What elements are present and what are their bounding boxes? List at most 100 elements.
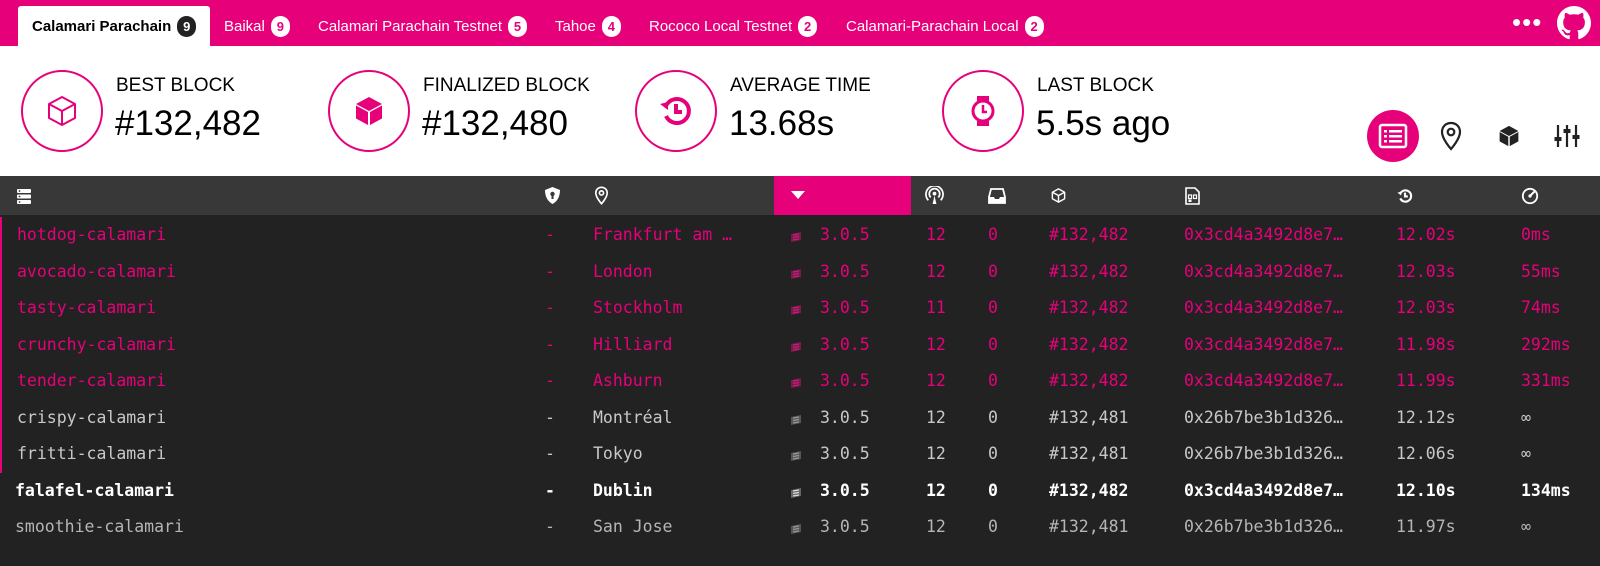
node-location: Dublin	[593, 480, 653, 500]
node-block-hash: 0x3cd4a3492d8e7…	[1184, 371, 1343, 390]
node-name: crispy-calamari	[17, 407, 167, 427]
block-view-button[interactable]	[1483, 110, 1535, 162]
node-location: Tokyo	[593, 444, 643, 463]
column-implementation[interactable]	[791, 176, 805, 215]
node-table-header	[0, 176, 1600, 215]
node-name: avocado-calamari	[17, 261, 176, 281]
node-block-number: #132,482	[1049, 225, 1129, 244]
node-peers: 12	[926, 407, 946, 427]
node-block-time: 12.10s	[1396, 480, 1456, 500]
tab-node-count: 9	[270, 15, 290, 37]
tab-baikal[interactable]: Baikal 9	[210, 6, 304, 46]
node-block-time: 12.12s	[1396, 407, 1456, 427]
node-location: San Jose	[593, 517, 673, 536]
node-block-hash: 0x26b7be3b1d326…	[1184, 517, 1343, 536]
node-propagation: 331ms	[1521, 371, 1571, 390]
tab-calamari-parachain-testnet[interactable]: Calamari Parachain Testnet 5	[304, 6, 541, 46]
stat-value: 5.5s ago	[1036, 104, 1171, 143]
table-row[interactable]: falafel-calamari - Dublin 3.0.5 12 0 #13…	[0, 473, 1600, 510]
column-peers[interactable]	[925, 176, 944, 215]
tab-label: Calamari Parachain	[32, 17, 172, 35]
column-propagation-time[interactable]	[1521, 176, 1539, 215]
node-block-number: #132,482	[1049, 334, 1129, 354]
column-node-name[interactable]	[15, 176, 33, 215]
node-name: crunchy-calamari	[17, 334, 176, 354]
settings-button[interactable]	[1541, 110, 1593, 162]
tab-rococo-local-testnet[interactable]: Rococo Local Testnet 2	[635, 6, 831, 46]
sort-arrow-down-icon	[791, 191, 805, 199]
node-propagation: 0ms	[1521, 225, 1551, 244]
table-row[interactable]: smoothie-calamari - San Jose 3.0.5 12 0 …	[0, 509, 1600, 546]
column-block-number[interactable]	[1050, 176, 1067, 215]
table-row[interactable]: tasty-calamari - Stockholm 3.0.5 11 0 #1…	[0, 290, 1600, 327]
stat-value: #132,482	[115, 104, 261, 143]
tab-label: Calamari-Parachain Local	[846, 17, 1019, 35]
github-icon[interactable]	[1557, 6, 1591, 40]
tab-calamari-parachain-local[interactable]: Calamari-Parachain Local 2	[832, 6, 1058, 46]
node-block-hash: 0x26b7be3b1d326…	[1184, 407, 1343, 427]
stat-label: FINALIZED BLOCK	[423, 75, 590, 96]
table-row[interactable]: avocado-calamari - London 3.0.5 12 0 #13…	[0, 253, 1600, 291]
node-block-number: #132,482	[1049, 371, 1129, 390]
tab-calamari-parachain[interactable]: Calamari Parachain 9	[18, 6, 211, 46]
node-peers: 12	[926, 225, 946, 244]
node-peers: 12	[926, 334, 946, 354]
tab-tahoe[interactable]: Tahoe 4	[541, 6, 635, 46]
map-view-button[interactable]	[1425, 110, 1477, 162]
node-version: 3.0.5	[820, 371, 870, 390]
stat-value: #132,480	[422, 104, 568, 143]
tab-node-count: 2	[1024, 15, 1044, 37]
column-block-hash[interactable]	[1185, 176, 1200, 215]
node-location: Montréal	[593, 407, 673, 427]
column-block-time[interactable]	[1396, 176, 1414, 215]
node-propagation: 55ms	[1521, 261, 1561, 281]
column-transactions[interactable]	[988, 176, 1006, 215]
list-view-icon	[1378, 123, 1408, 149]
node-transactions: 0	[988, 298, 998, 317]
node-block-time: 12.03s	[1396, 298, 1456, 317]
column-validator[interactable]	[544, 176, 561, 215]
stat-label: LAST BLOCK	[1037, 75, 1154, 96]
node-block-number: #132,481	[1049, 407, 1129, 427]
node-block-time: 11.99s	[1396, 371, 1456, 390]
chain-tabs-bar: Calamari Parachain 9 Baikal 9 Calamari P…	[0, 0, 1600, 46]
substrate-logo-icon	[791, 232, 801, 242]
node-block-time: 12.03s	[1396, 261, 1456, 281]
node-validator: -	[545, 517, 555, 536]
cube-solid-icon	[328, 70, 410, 152]
node-peers: 12	[926, 371, 946, 390]
node-transactions: 0	[988, 371, 998, 390]
node-block-number: #132,481	[1049, 517, 1129, 536]
table-row[interactable]: fritti-calamari - Tokyo 3.0.5 12 0 #132,…	[0, 436, 1600, 473]
node-location: London	[593, 261, 653, 281]
table-row[interactable]: crispy-calamari - Montréal 3.0.5 12 0 #1…	[0, 399, 1600, 437]
node-version: 3.0.5	[820, 517, 870, 536]
node-block-hash: 0x3cd4a3492d8e7…	[1184, 261, 1343, 281]
node-transactions: 0	[988, 407, 998, 427]
node-validator: -	[545, 334, 555, 354]
table-row[interactable]: hotdog-calamari - Frankfurt am … 3.0.5 1…	[0, 217, 1600, 254]
peers-antenna-icon	[925, 186, 944, 205]
table-row[interactable]: tender-calamari - Ashburn 3.0.5 12 0 #13…	[0, 363, 1600, 400]
node-transactions: 0	[988, 225, 998, 244]
tab-label: Calamari Parachain Testnet	[318, 17, 502, 35]
substrate-logo-icon	[791, 451, 801, 461]
substrate-logo-icon	[791, 268, 801, 279]
node-block-number: #132,482	[1049, 480, 1129, 500]
table-row[interactable]: crunchy-calamari - Hilliard 3.0.5 12 0 #…	[0, 326, 1600, 364]
substrate-logo-icon	[791, 305, 801, 315]
node-block-time: 12.06s	[1396, 444, 1456, 463]
tab-node-count: 5	[507, 15, 527, 37]
stats-header: BEST BLOCK #132,482 FINALIZED BLOCK #132…	[0, 46, 1600, 176]
more-dots-icon[interactable]: •••	[1512, 9, 1542, 35]
node-version: 3.0.5	[820, 298, 870, 317]
list-view-button[interactable]	[1367, 110, 1419, 162]
node-block-time: 11.97s	[1396, 517, 1456, 536]
node-validator: -	[545, 480, 555, 500]
validator-shield-icon	[545, 187, 560, 204]
column-location[interactable]	[594, 176, 609, 215]
node-block-number: #132,482	[1049, 298, 1129, 317]
map-view-icon	[1440, 121, 1462, 151]
node-peers: 12	[926, 444, 946, 463]
node-block-hash: 0x3cd4a3492d8e7…	[1184, 225, 1343, 244]
